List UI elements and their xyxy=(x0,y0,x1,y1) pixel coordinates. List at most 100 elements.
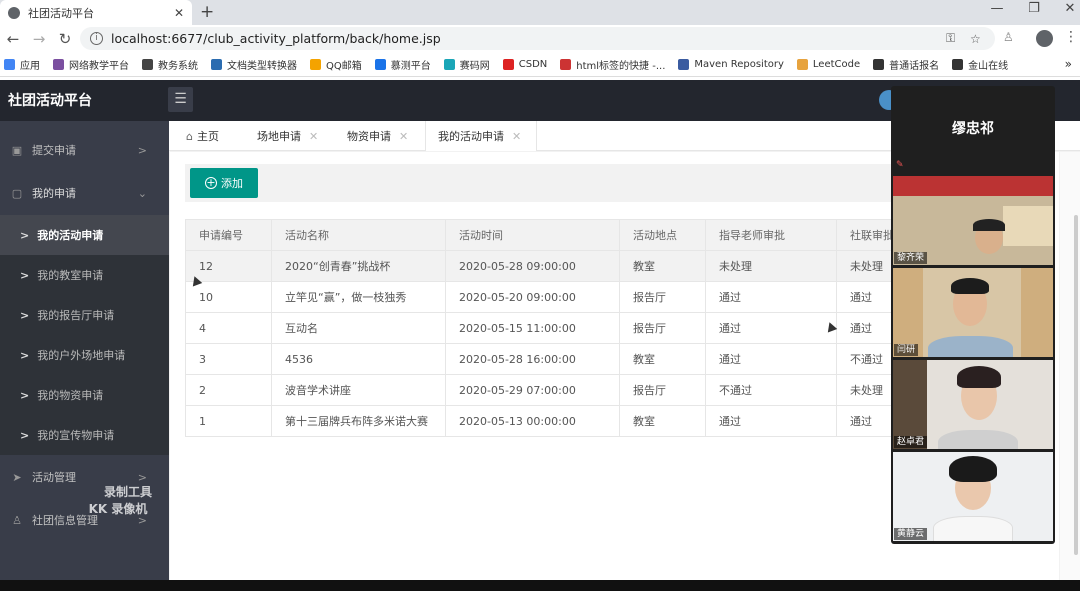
table-cell: 未处理 xyxy=(836,374,895,406)
add-button-label: 添加 xyxy=(221,177,243,190)
table-row[interactable]: 3 4536 2020-05-28 16:00:00 教室 通过 不通过 xyxy=(185,343,895,375)
participant-shirt xyxy=(933,516,1013,541)
table-cell: 报告厅 xyxy=(619,281,706,313)
table-cell: 教室 xyxy=(619,250,706,282)
participant-name: 黎齐荣 xyxy=(894,252,928,264)
table-row[interactable]: 4 互动名 2020-05-15 11:00:00 报告厅 通过 通过 xyxy=(185,312,895,344)
bookmark-item[interactable]: html标签的快捷 -... xyxy=(560,57,665,72)
address-bar[interactable]: i localhost:6677/club_activity_platform/… xyxy=(80,27,995,50)
table-cell: 不通过 xyxy=(836,343,895,375)
chevron-right-icon: > xyxy=(20,348,30,362)
column-header[interactable]: 活动时间 xyxy=(445,219,620,251)
chevron-right-icon: > xyxy=(137,470,147,484)
participant-video[interactable]: 赵卓君 xyxy=(893,360,1053,449)
table-row[interactable]: 2 波音学术讲座 2020-05-29 07:00:00 报告厅 不通过 未处理 xyxy=(185,374,895,406)
chevron-right-icon: > xyxy=(20,228,30,242)
key-icon[interactable]: ⚿ xyxy=(946,31,955,46)
chevron-right-icon: > xyxy=(20,268,30,282)
table-cell: 教室 xyxy=(619,343,706,375)
watermark-line: KK 录像机 xyxy=(88,502,148,516)
star-icon[interactable]: ☆ xyxy=(970,32,981,46)
tab-my-activity-application[interactable]: 我的活动申请 ✕ xyxy=(425,121,537,151)
sidebar-subitem-classroom[interactable]: > 我的教室申请 xyxy=(0,255,169,295)
sidebar-subitem-materials[interactable]: > 我的物资申请 xyxy=(0,375,169,415)
bookmark-item[interactable]: QQ邮箱 xyxy=(310,57,362,72)
participant-video[interactable]: 黎齐荣 xyxy=(893,176,1053,265)
bookmark-item[interactable]: 网络教学平台 xyxy=(53,57,129,72)
bookmark-item[interactable]: 普通话报名 xyxy=(873,57,939,72)
close-window-button[interactable]: ✕ xyxy=(1060,1,1080,16)
minimize-button[interactable]: — xyxy=(987,1,1007,16)
close-icon[interactable]: ✕ xyxy=(399,130,408,143)
tab-venue-application[interactable]: 场地申请 ✕ xyxy=(257,121,337,151)
bookmark-item[interactable]: 金山在线 xyxy=(952,57,1008,72)
bookmark-item[interactable]: CSDN xyxy=(502,58,548,70)
url-text: localhost:6677/club_activity_platform/ba… xyxy=(111,31,441,46)
sidebar-subitem-auditorium[interactable]: > 我的报告厅申请 xyxy=(0,295,169,335)
participant-hair xyxy=(957,366,1001,388)
bookmark-label: CSDN xyxy=(518,58,548,70)
bookmark-item[interactable]: LeetCode xyxy=(796,58,860,70)
bookmark-icon xyxy=(374,58,386,70)
extension-icon[interactable]: ♙ xyxy=(1003,30,1014,44)
app-logo-title: 社团活动平台 xyxy=(8,93,92,109)
column-header[interactable]: 指导老师审批 xyxy=(705,219,837,251)
column-header[interactable]: 活动名称 xyxy=(271,219,446,251)
recorder-watermark: 录制工具 KK 录像机 xyxy=(84,484,152,518)
table-row[interactable]: 10 立竿见“赢”，做一枝独秀 2020-05-20 09:00:00 报告厅 通过 通过 xyxy=(185,281,895,313)
participant-video[interactable]: 黄静云 xyxy=(893,452,1053,541)
bookmark-item[interactable]: 赛码网 xyxy=(443,57,490,72)
chevron-right-icon: > xyxy=(20,308,30,322)
bookmark-icon xyxy=(678,58,690,70)
profile-avatar[interactable] xyxy=(1036,30,1053,47)
table-row[interactable]: 12 2020“创青春”挑战杯 2020-05-28 09:00:00 教室 未处理 未处… xyxy=(185,250,895,282)
bookmarks-more-icon[interactable]: » xyxy=(1065,57,1072,71)
back-icon[interactable]: ← xyxy=(0,30,26,48)
bookmark-label: 教务系统 xyxy=(158,60,198,72)
table-cell: 通过 xyxy=(705,405,837,437)
new-tab-button[interactable]: + xyxy=(200,2,214,22)
browser-menu-icon[interactable]: ⋮ xyxy=(1064,29,1078,45)
user-icon: ♙ xyxy=(12,513,22,527)
table-cell: 3 xyxy=(185,343,272,375)
close-icon[interactable]: ✕ xyxy=(512,130,521,143)
sidebar-item-submit[interactable]: ▣ 提交申请 > xyxy=(0,130,169,170)
sidebar-subitem-publicity[interactable]: > 我的宣传物申请 xyxy=(0,415,169,455)
forward-icon[interactable]: → xyxy=(26,30,52,48)
chevron-right-icon: > xyxy=(20,428,30,442)
add-button[interactable]: + 添加 xyxy=(190,168,258,198)
mic-muted-icon: ✎ xyxy=(896,160,904,170)
table-row[interactable]: 1 第十三届牌兵布阵多米诺大赛 2020-05-13 00:00:00 教室 通过 通过 xyxy=(185,405,895,437)
bookmark-label: 普通话报名 xyxy=(889,60,940,72)
close-icon[interactable]: ✕ xyxy=(309,130,318,143)
sidebar-subitem-activity[interactable]: > 我的活动申请 xyxy=(0,215,169,255)
reload-icon[interactable]: ↻ xyxy=(52,30,78,48)
bookmark-item[interactable]: 应用 xyxy=(4,57,40,72)
column-header[interactable]: 活动地点 xyxy=(619,219,706,251)
browser-tab[interactable]: 社团活动平台 ✕ xyxy=(0,0,192,25)
bookmark-item[interactable]: 教务系统 xyxy=(142,57,198,72)
watermark-line: 录制工具 xyxy=(104,485,153,499)
restore-button[interactable]: ❐ xyxy=(1024,1,1044,16)
table-cell: 教室 xyxy=(619,405,706,437)
bookmark-item[interactable]: 慕测平台 xyxy=(374,57,431,72)
tab-materials-application[interactable]: 物资申请 ✕ xyxy=(347,121,423,151)
sidebar-subitem-label: 我的户外场地申请 xyxy=(37,349,126,362)
table-cell: 2020“创青春”挑战杯 xyxy=(271,250,446,282)
scrollbar-thumb[interactable] xyxy=(1074,215,1078,555)
info-icon[interactable]: i xyxy=(90,32,103,45)
tab-home[interactable]: ⌂ 主页 xyxy=(186,121,246,151)
table-cell: 4536 xyxy=(271,343,446,375)
bookmark-item[interactable]: Maven Repository xyxy=(678,58,784,70)
participant-hair xyxy=(949,456,997,482)
hamburger-icon[interactable]: ☰ xyxy=(168,87,193,112)
participant-video[interactable]: 闫研 xyxy=(893,268,1053,357)
meeting-host-name: 缪忠祁 xyxy=(952,121,994,137)
bookmark-item[interactable]: 文档类型转换器 xyxy=(211,57,297,72)
sidebar-subitem-outdoor[interactable]: > 我的户外场地申请 xyxy=(0,335,169,375)
close-tab-icon[interactable]: ✕ xyxy=(174,6,184,20)
sidebar-item-my-applications[interactable]: ▢ 我的申请 ⌄ xyxy=(0,173,169,213)
column-header[interactable]: 社联审批 xyxy=(836,219,895,251)
column-header[interactable]: 申请编号 xyxy=(185,219,272,251)
table-cell: 报告厅 xyxy=(619,312,706,344)
